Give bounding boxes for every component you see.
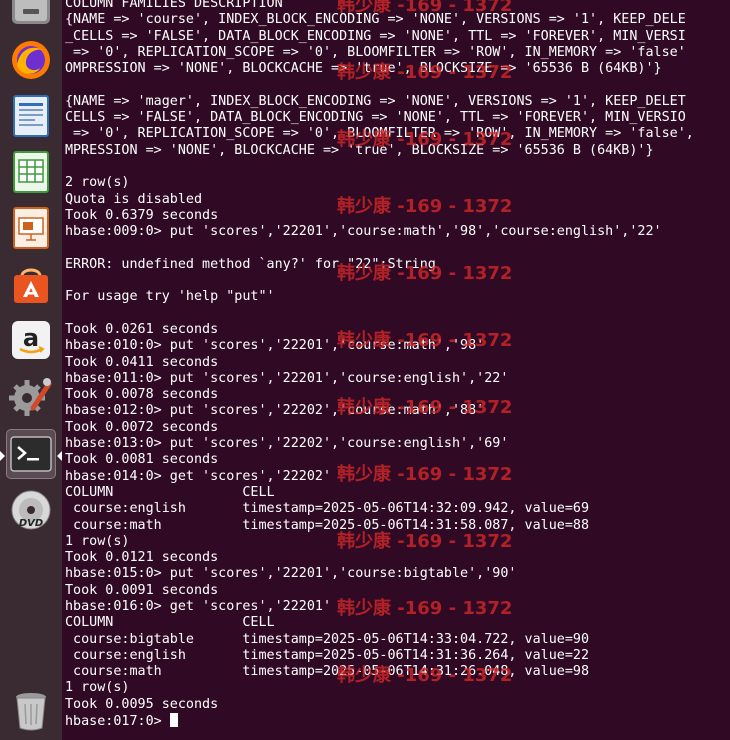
terminal-line: Took 0.0072 seconds <box>65 419 219 435</box>
firefox-icon <box>9 38 53 82</box>
terminal-line: hbase:009:0> put 'scores','22201','cours… <box>65 224 662 240</box>
launcher-dvd[interactable]: DVD <box>7 486 55 534</box>
terminal-line: hbase:014:0> get 'scores','22202' <box>65 468 332 484</box>
terminal-line: {NAME => 'course', INDEX_BLOCK_ENCODING … <box>65 12 686 28</box>
terminal-line: hbase:013:0> put 'scores','22202','cours… <box>65 436 509 452</box>
launcher-terminal[interactable] <box>6 429 56 479</box>
dvd-icon: DVD <box>9 488 53 532</box>
terminal-line: Took 0.0121 seconds <box>65 550 219 566</box>
launcher-firefox[interactable] <box>7 36 55 84</box>
terminal-line: hbase:010:0> put 'scores','22201','cours… <box>65 338 485 354</box>
terminal-line: For usage try 'help "put"' <box>65 289 275 305</box>
launcher-software[interactable] <box>7 260 55 308</box>
terminal-line: Took 0.0081 seconds <box>65 452 219 468</box>
terminal-line: Took 0.0411 seconds <box>65 354 219 370</box>
terminal-line: 2 row(s) <box>65 175 130 191</box>
file-manager-icon <box>9 0 53 28</box>
terminal-line: {NAME => 'mager', INDEX_BLOCK_ENCODING =… <box>65 93 686 109</box>
launcher-files[interactable] <box>7 0 55 30</box>
terminal-line: 1 row(s) <box>65 533 130 549</box>
terminal-line: Took 0.0095 seconds <box>65 696 219 712</box>
libreoffice-calc-icon <box>9 150 53 194</box>
terminal-line: course:math timestamp=2025-05-06T14:31:2… <box>65 664 590 680</box>
terminal-line: COLUMN CELL <box>65 484 275 500</box>
terminal-line: course:english timestamp=2025-05-06T14:3… <box>65 647 590 663</box>
terminal-line: _CELLS => 'FALSE', DATA_BLOCK_ENCODING =… <box>65 28 686 44</box>
launcher-amazon[interactable]: a <box>7 316 55 364</box>
libreoffice-writer-icon <box>9 94 53 138</box>
terminal-prompt-line[interactable]: hbase:017:0> <box>65 713 694 730</box>
launcher-calc[interactable] <box>7 148 55 196</box>
terminal-icon <box>9 432 53 476</box>
terminal-line: Took 0.0078 seconds <box>65 387 219 403</box>
terminal-line: course:english timestamp=2025-05-06T14:3… <box>65 501 590 517</box>
terminal-line: Took 0.0091 seconds <box>65 582 219 598</box>
software-center-icon <box>9 262 53 306</box>
terminal-line: => '0', REPLICATION_SCOPE => '0', BLOOMF… <box>65 126 694 142</box>
terminal-line: COLUMN FAMILIES DESCRIPTION <box>65 0 283 11</box>
terminal-line: hbase:011:0> put 'scores','22201','cours… <box>65 370 509 386</box>
terminal-line: hbase:015:0> put 'scores','22201','cours… <box>65 566 517 582</box>
terminal-line: hbase:016:0> get 'scores','22201' <box>65 598 332 614</box>
terminal-line: => '0', REPLICATION_SCOPE => '0', BLOOMF… <box>65 44 686 60</box>
text-cursor <box>169 713 178 728</box>
terminal-line: COLUMN CELL <box>65 615 275 631</box>
launcher-trash[interactable] <box>7 686 55 734</box>
launcher-writer[interactable] <box>7 92 55 140</box>
libreoffice-impress-icon <box>9 206 53 250</box>
launcher: a DVD <box>0 0 63 740</box>
terminal-line: CELLS => 'FALSE', DATA_BLOCK_ENCODING =>… <box>65 110 686 126</box>
dvd-label: DVD <box>19 518 43 529</box>
active-indicator-left <box>0 451 5 461</box>
launcher-impress[interactable] <box>7 204 55 252</box>
terminal-line: MPRESSION => 'NONE', BLOCKCACHE => 'true… <box>65 142 654 158</box>
terminal-line: course:bigtable timestamp=2025-05-06T14:… <box>65 631 590 647</box>
terminal-line: OMPRESSION => 'NONE', BLOCKCACHE => 'tru… <box>65 61 662 77</box>
terminal-line: Took 0.6379 seconds <box>65 207 219 223</box>
shell-prompt: hbase:017:0> <box>65 714 170 730</box>
terminal-line: ERROR: undefined method `any?' for "22":… <box>65 256 436 272</box>
terminal-line: Took 0.0261 seconds <box>65 321 219 337</box>
amazon-glyph: a <box>23 324 39 352</box>
terminal-line: Quota is disabled <box>65 191 203 207</box>
terminal-line: 1 row(s) <box>65 680 130 696</box>
trash-icon <box>9 688 53 732</box>
launcher-settings[interactable] <box>7 372 55 420</box>
terminal-output: COLUMN FAMILIES DESCRIPTION {NAME => 'cou… <box>65 0 694 730</box>
system-settings-icon <box>9 374 53 418</box>
amazon-icon: a <box>9 318 53 362</box>
terminal-window[interactable]: COLUMN FAMILIES DESCRIPTION {NAME => 'cou… <box>62 0 730 740</box>
terminal-line: course:math timestamp=2025-05-06T14:31:5… <box>65 517 590 533</box>
terminal-line: hbase:012:0> put 'scores','22202','cours… <box>65 403 485 419</box>
